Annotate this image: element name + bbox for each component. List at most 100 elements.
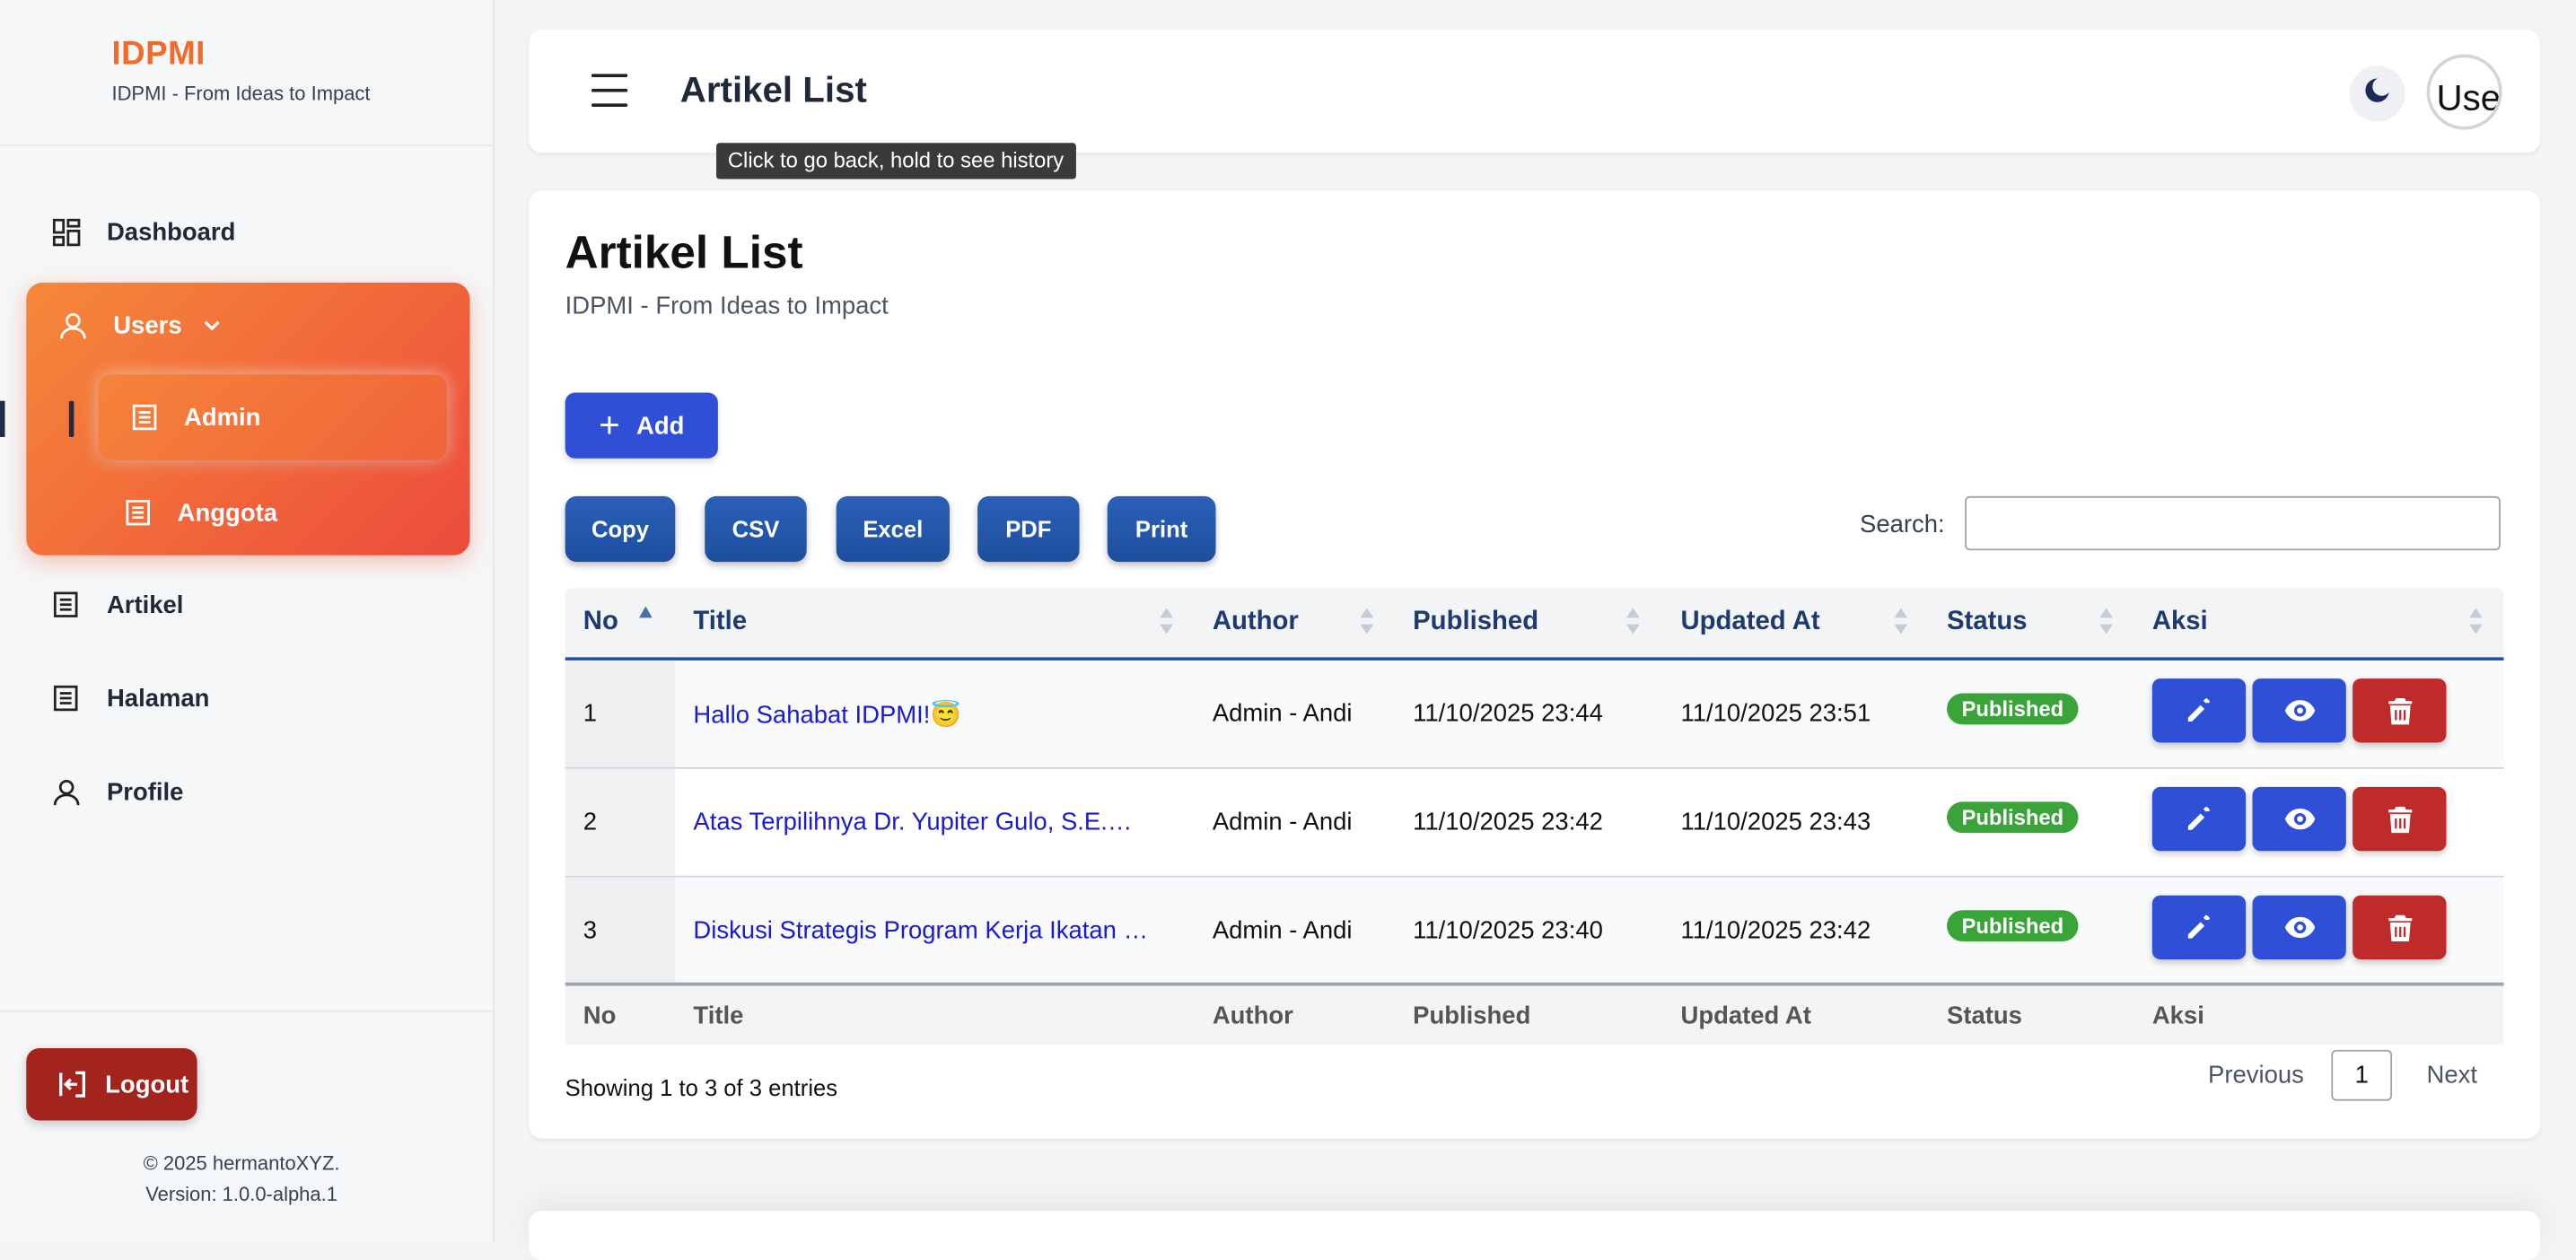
excel-button[interactable]: Excel bbox=[836, 495, 950, 563]
status-badge: Published bbox=[1947, 693, 2079, 725]
status-badge: Published bbox=[1947, 801, 2079, 834]
footer-col-status: Status bbox=[1947, 1001, 2022, 1029]
delete-button[interactable] bbox=[2353, 786, 2447, 852]
cell-published: 11/10/2025 23:44 bbox=[1413, 699, 1603, 729]
sidebar-item-label: Artikel bbox=[106, 591, 184, 619]
menu-toggle-icon[interactable] bbox=[591, 74, 628, 107]
footer-col-aksi: Aksi bbox=[2151, 1001, 2204, 1029]
trash-icon bbox=[2388, 805, 2412, 833]
active-indicator bbox=[68, 400, 74, 437]
sort-asc-icon bbox=[639, 606, 653, 618]
sidebar-item-label: Halaman bbox=[106, 684, 210, 713]
back-tooltip: Click to go back, hold to see history bbox=[716, 143, 1075, 179]
sort-icon bbox=[1894, 608, 1908, 634]
column-header-author[interactable]: Author bbox=[1213, 588, 1299, 657]
sidebar-item-artikel[interactable]: Artikel bbox=[53, 580, 184, 629]
chevron-down-icon bbox=[202, 315, 222, 335]
column-label: Aksi bbox=[2151, 608, 2208, 636]
sidebar-item-profile[interactable]: Profile bbox=[53, 767, 183, 817]
version-text: Version: 1.0.0-alpha.1 bbox=[145, 1183, 337, 1206]
moon-icon bbox=[2362, 74, 2392, 112]
copy-button[interactable]: Copy bbox=[565, 495, 676, 563]
column-label: Published bbox=[1413, 608, 1539, 636]
cell-published: 11/10/2025 23:40 bbox=[1413, 916, 1603, 945]
column-header-updated-at[interactable]: Updated At bbox=[1680, 588, 1819, 657]
brand-title[interactable]: IDPMI bbox=[111, 36, 370, 74]
article-list-card: Artikel List IDPMI - From Ideas to Impac… bbox=[529, 190, 2540, 1139]
document-icon bbox=[131, 404, 157, 431]
sort-icon bbox=[2099, 608, 2113, 634]
sidebar-item-admin[interactable]: Admin bbox=[98, 374, 447, 460]
edit-button[interactable] bbox=[2151, 678, 2247, 743]
pagination-page-1[interactable]: 1 bbox=[2331, 1049, 2393, 1101]
cell-no: 2 bbox=[583, 808, 598, 836]
sidebar: IDPMI IDPMI - From Ideas to Impact Dashb… bbox=[0, 0, 495, 1243]
column-label: No bbox=[583, 608, 618, 636]
view-button[interactable] bbox=[2252, 895, 2346, 960]
brand-subtitle: IDPMI - From Ideas to Impact bbox=[111, 82, 371, 106]
logout-button[interactable]: Logout bbox=[26, 1047, 197, 1121]
edit-button[interactable] bbox=[2151, 786, 2247, 852]
row-number-cell-bg bbox=[565, 877, 676, 984]
avatar[interactable]: Use bbox=[2426, 54, 2502, 130]
edit-button[interactable] bbox=[2151, 895, 2247, 960]
table-row: 1 Hallo Sahabat IDPMI!😇 Admin - Andi 11/… bbox=[565, 660, 2504, 769]
csv-button[interactable]: CSV bbox=[705, 495, 807, 563]
divider bbox=[0, 1010, 494, 1012]
pagination-next[interactable]: Next bbox=[2427, 1062, 2477, 1089]
table-footer: No Title Author Published Updated At Sta… bbox=[565, 982, 2504, 1046]
cell-author: Admin - Andi bbox=[1212, 808, 1353, 836]
copyright-text: © 2025 hermantoXYZ. bbox=[143, 1151, 340, 1175]
footer-col-updated-at: Updated At bbox=[1680, 1001, 1811, 1029]
sort-icon bbox=[2469, 608, 2483, 634]
cell-no: 3 bbox=[583, 916, 598, 945]
column-header-title[interactable]: Title bbox=[693, 588, 747, 657]
row-number-cell-bg bbox=[565, 768, 676, 876]
footer-col-no: No bbox=[583, 1001, 617, 1029]
pagination-previous[interactable]: Previous bbox=[2208, 1062, 2304, 1089]
sidebar-item-dashboard[interactable]: Dashboard bbox=[52, 207, 236, 257]
sidebar-item-label: Dashboard bbox=[106, 217, 236, 246]
cell-title-link[interactable]: Atas Terpilihnya Dr. Yupiter Gulo, S.E.… bbox=[693, 769, 1132, 876]
print-button[interactable]: Print bbox=[1107, 495, 1216, 563]
trash-icon bbox=[2388, 697, 2412, 724]
pencil-icon bbox=[2187, 807, 2210, 830]
cell-updated-at: 11/10/2025 23:51 bbox=[1680, 699, 1871, 729]
sidebar-item-halaman[interactable]: Halaman bbox=[53, 674, 210, 723]
column-header-status[interactable]: Status bbox=[1947, 588, 2028, 657]
user-icon bbox=[59, 311, 87, 339]
column-header-no[interactable]: No bbox=[583, 588, 618, 657]
sidebar-item-anggota[interactable]: Anggota bbox=[125, 493, 277, 532]
column-header-aksi[interactable]: Aksi bbox=[2152, 588, 2208, 657]
logout-icon bbox=[56, 1068, 89, 1101]
brand: IDPMI IDPMI - From Ideas to Impact bbox=[111, 36, 370, 105]
pdf-button[interactable]: PDF bbox=[977, 495, 1080, 563]
add-button[interactable]: + Add bbox=[565, 392, 718, 459]
cell-title-link[interactable]: Hallo Sahabat IDPMI!😇 bbox=[693, 661, 960, 767]
eye-icon bbox=[2284, 700, 2315, 722]
sort-icon bbox=[1160, 608, 1173, 634]
search-input[interactable] bbox=[1965, 495, 2501, 551]
view-button[interactable] bbox=[2252, 786, 2346, 852]
cell-author: Admin - Andi bbox=[1212, 916, 1353, 945]
page-title: Artikel List bbox=[565, 226, 803, 278]
eye-icon bbox=[2284, 916, 2315, 939]
topbar-title: Artikel List bbox=[679, 68, 867, 110]
add-label: Add bbox=[635, 411, 685, 440]
active-edge-indicator bbox=[0, 400, 5, 437]
bottom-card bbox=[529, 1211, 2540, 1260]
users-group: Users Admin Anggota bbox=[26, 282, 470, 556]
theme-toggle-button[interactable] bbox=[2349, 66, 2405, 122]
delete-button[interactable] bbox=[2353, 678, 2447, 743]
delete-button[interactable] bbox=[2353, 895, 2447, 960]
page-subtitle: IDPMI - From Ideas to Impact bbox=[565, 292, 889, 320]
document-icon bbox=[53, 591, 81, 618]
sidebar-item-label: Anggota bbox=[177, 498, 278, 527]
document-icon bbox=[53, 684, 81, 712]
plus-icon: + bbox=[599, 404, 620, 446]
view-button[interactable] bbox=[2252, 678, 2346, 743]
user-icon bbox=[53, 778, 81, 806]
sidebar-item-users[interactable]: Users bbox=[59, 306, 222, 346]
cell-title-link[interactable]: Diskusi Strategis Program Kerja Ikatan … bbox=[693, 878, 1148, 984]
column-header-published[interactable]: Published bbox=[1413, 588, 1538, 657]
